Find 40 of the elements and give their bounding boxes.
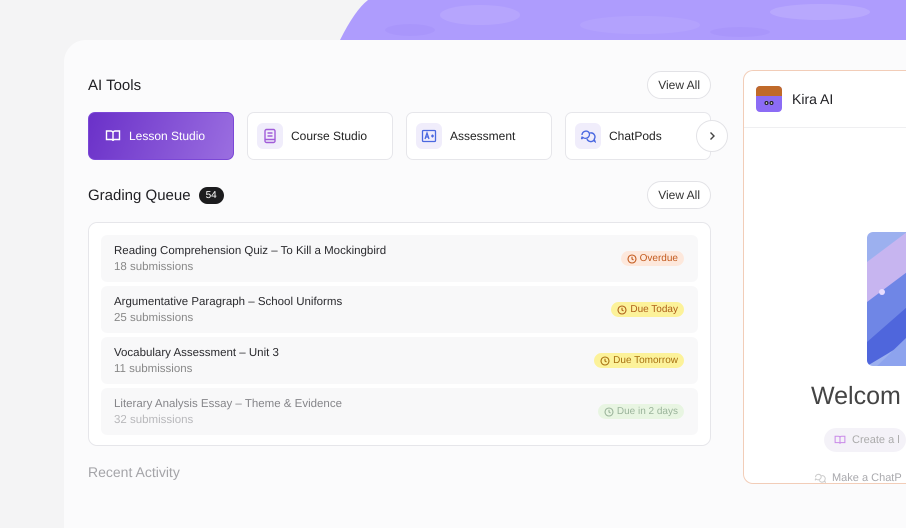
view-all-button[interactable]: View All [647,71,711,99]
view-all-button[interactable]: View All [647,181,711,209]
submission-count: 32 submissions [114,414,194,426]
submission-count: 25 submissions [114,312,194,324]
grade-icon [421,128,437,144]
section-title: AI Tools [88,76,142,94]
status-badge: Due in 2 days [598,404,684,419]
submission-count: 11 submissions [114,362,194,374]
item-title: Reading Comprehension Quiz – To Kill a Mockingbird [114,244,386,256]
queue-item[interactable]: Argumentative Paragraph – School Uniforms 25 submissions Due Today [101,286,698,333]
robot-logo-icon [756,86,782,112]
queue-item[interactable]: Reading Comprehension Quiz – To Kill a Mockingbird 18 submissions Overdue [101,235,698,282]
count-badge: 54 [198,186,224,204]
clock-icon [604,406,614,416]
queue-item[interactable]: Vocabulary Assessment – Unit 3 11 submissions Due Tomorrow [101,337,698,384]
chat-icon [580,128,596,144]
status-badge: Overdue [620,251,684,266]
book-icon [105,128,121,144]
welcome-heading: Welcom [811,382,901,411]
clock-icon [626,254,637,264]
section-title: Recent Activity [88,464,181,480]
item-title: Vocabulary Assessment – Unit 3 [114,346,279,358]
item-title: Literary Analysis Essay – Theme & Evidence [114,398,342,410]
chat-icon [814,472,826,484]
clock-icon [600,356,610,366]
item-title: Argumentative Paragraph – School Uniforms [114,296,342,308]
tool-card[interactable]: Assessment [406,112,552,160]
status-badge: Due Tomorrow [594,353,684,368]
section-title: Grading Queue [88,186,191,204]
tool-card[interactable]: Lesson Studio [88,112,234,160]
book-icon [834,434,846,446]
tool-card[interactable]: ChatPods [565,112,711,160]
clock-icon [617,304,628,314]
tool-card[interactable]: Course Studio [247,112,393,160]
notebook-icon [262,128,278,144]
status-badge: Due Today [611,302,684,317]
next-button[interactable] [696,120,728,152]
assistant-name: Kira AI [792,91,834,107]
chevron-right-icon [707,131,717,141]
submission-count: 18 submissions [114,260,194,272]
